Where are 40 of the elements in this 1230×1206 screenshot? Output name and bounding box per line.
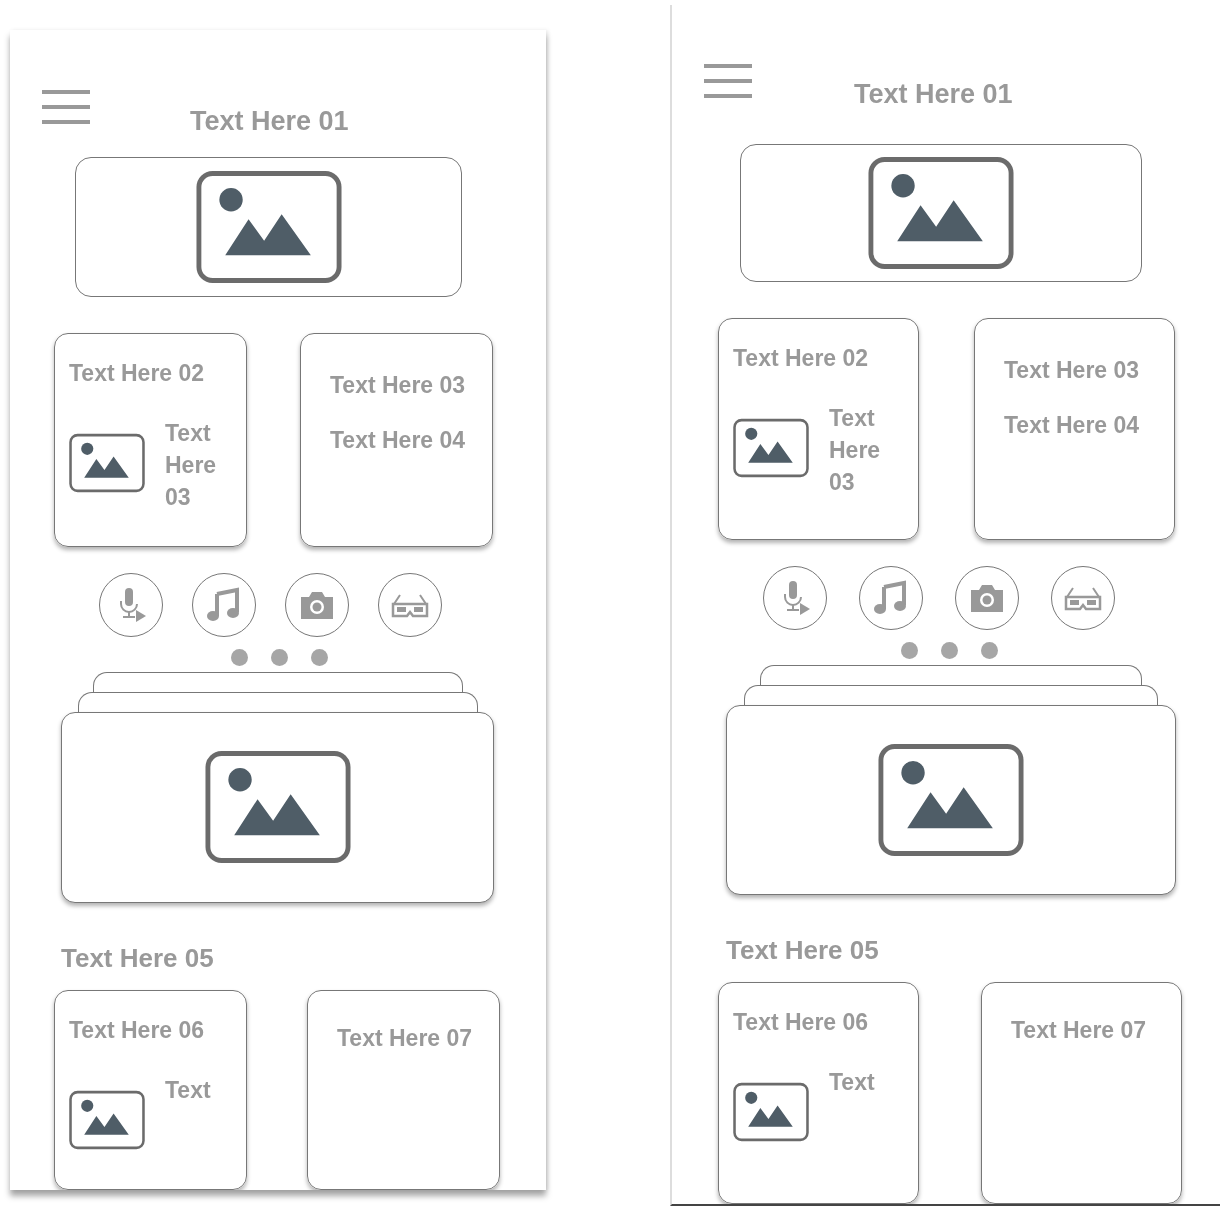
image-icon [195,168,342,285]
section-title: Text Here 05 [61,943,215,974]
card[interactable]: Text Here 02 Text Here 03 [718,318,919,541]
page-dot[interactable] [311,648,328,666]
card-heading: Text Here 06 [69,1017,206,1044]
page-dot[interactable] [941,642,958,660]
card-caption: Text Here 03 [829,404,882,498]
page-dot[interactable] [901,642,918,660]
card[interactable]: Text Here 07 [981,982,1182,1204]
card[interactable]: Text Here 02 Text Here 03 [54,332,247,547]
card-text: Text Here 04 [330,426,467,454]
section-title: Text Here 05 [726,935,880,966]
card[interactable]: Text Here 06 Text [54,990,247,1190]
page-dot[interactable] [271,648,288,666]
image-icon [878,742,1024,859]
image-card[interactable] [726,705,1176,895]
page-dot[interactable] [981,642,998,660]
menu-icon[interactable] [42,89,90,124]
card[interactable]: Text Here 03 Text Here 04 [974,318,1175,541]
image-card[interactable] [61,711,494,903]
card-heading: Text Here 02 [733,345,870,373]
card-heading: Text Here 02 [69,359,206,387]
card-caption: Text [829,1068,876,1097]
card[interactable]: Text Here 03 Text Here 04 [300,332,493,547]
card-heading: Text Here 06 [733,1009,870,1036]
card-caption: Text [165,1076,212,1105]
screen-title: Text Here 01 [190,106,349,137]
card-text: Text Here 03 [330,371,467,399]
card-text: Text Here 03 [1004,357,1141,385]
card-caption: Text Here 03 [165,418,218,512]
image-icon [204,749,351,866]
card[interactable]: Text Here 06 Text [718,982,919,1204]
card-text: Text Here 07 [1011,1017,1148,1044]
image-icon [868,155,1014,272]
menu-icon[interactable] [704,63,752,98]
page-dot[interactable] [231,648,248,666]
card-text: Text Here 04 [1004,412,1141,440]
card-text: Text Here 07 [337,1025,474,1052]
screen-title: Text Here 01 [854,79,1013,110]
card[interactable]: Text Here 07 [307,990,500,1190]
